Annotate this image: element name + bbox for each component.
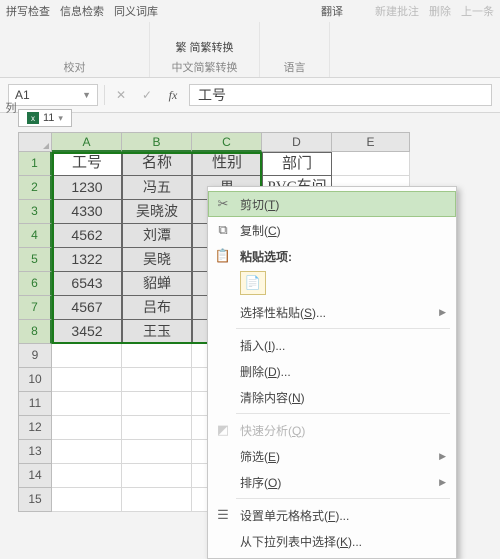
- row-header[interactable]: 1: [18, 152, 52, 176]
- cell[interactable]: 1322: [52, 248, 122, 272]
- cell[interactable]: 吴晓: [122, 248, 192, 272]
- col-header[interactable]: C: [192, 132, 262, 152]
- menu-translate[interactable]: 翻译: [321, 3, 343, 19]
- formula-bar[interactable]: 工号: [189, 84, 492, 106]
- menu-thesaurus[interactable]: 同义词库: [114, 3, 158, 19]
- row-header[interactable]: 4: [18, 224, 52, 248]
- cell[interactable]: 冯五: [122, 176, 192, 200]
- cell[interactable]: 4567: [52, 296, 122, 320]
- chevron-right-icon: ▶: [439, 477, 446, 488]
- clipboard-icon: 📋: [214, 248, 232, 264]
- menu-prev-comment: 上一条: [461, 3, 494, 19]
- sidebar-columns-label: 列: [2, 102, 18, 113]
- chevron-down-icon[interactable]: ▼: [82, 90, 91, 100]
- row-header[interactable]: 10: [18, 368, 52, 392]
- context-menu: ✂剪切(T) ⧉复制(C) 📋粘贴选项: 📄 选择性粘贴(S)...▶ 插入(I…: [207, 186, 457, 559]
- cell[interactable]: [122, 488, 192, 512]
- ribbon-cn-convert[interactable]: 繁 简繁转换: [175, 39, 233, 55]
- cell[interactable]: 刘潭: [122, 224, 192, 248]
- row-header[interactable]: 7: [18, 296, 52, 320]
- ribbon-group-proofing: 校对: [64, 59, 86, 75]
- cell[interactable]: 部门: [262, 152, 332, 176]
- cell[interactable]: [52, 368, 122, 392]
- cell[interactable]: [52, 464, 122, 488]
- ctx-insert[interactable]: 插入(I)...: [208, 332, 456, 358]
- col-header[interactable]: A: [52, 132, 122, 152]
- copy-icon: ⧉: [214, 222, 232, 238]
- row-header[interactable]: 11: [18, 392, 52, 416]
- row-header[interactable]: 2: [18, 176, 52, 200]
- cell[interactable]: 王玉: [122, 320, 192, 344]
- cell[interactable]: 吕布: [122, 296, 192, 320]
- excel-file-icon: x: [27, 112, 39, 124]
- cancel-formula-icon: ✕: [111, 88, 131, 103]
- cell[interactable]: [52, 416, 122, 440]
- cell[interactable]: 1230: [52, 176, 122, 200]
- cell[interactable]: [52, 344, 122, 368]
- col-header[interactable]: E: [332, 132, 410, 152]
- cell[interactable]: [52, 440, 122, 464]
- row-header[interactable]: 5: [18, 248, 52, 272]
- cell[interactable]: 6543: [52, 272, 122, 296]
- cell[interactable]: [122, 440, 192, 464]
- chevron-right-icon: ▶: [439, 307, 446, 318]
- ctx-paste-label: 📋粘贴选项:: [208, 243, 456, 269]
- ctx-delete[interactable]: 删除(D)...: [208, 358, 456, 384]
- ctx-copy[interactable]: ⧉复制(C): [208, 217, 456, 243]
- ctx-format-cells[interactable]: ☰设置单元格格式(F)...: [208, 502, 456, 528]
- chevron-down-icon[interactable]: ▾: [58, 113, 63, 124]
- ctx-pick-from-list[interactable]: 从下拉列表中选择(K)...: [208, 528, 456, 554]
- menu-delete-comment: 删除: [429, 3, 451, 19]
- row-header[interactable]: 12: [18, 416, 52, 440]
- ctx-cut[interactable]: ✂剪切(T): [208, 191, 456, 217]
- ctx-clear[interactable]: 清除内容(N): [208, 384, 456, 410]
- chevron-right-icon: ▶: [439, 451, 446, 462]
- cell[interactable]: 名称: [122, 152, 192, 176]
- row-header[interactable]: 6: [18, 272, 52, 296]
- cell[interactable]: 性别: [192, 152, 262, 176]
- cell[interactable]: [122, 464, 192, 488]
- ctx-sort[interactable]: 排序(O)▶: [208, 469, 456, 495]
- cell[interactable]: 吴晓波: [122, 200, 192, 224]
- cell[interactable]: [122, 392, 192, 416]
- row-header[interactable]: 9: [18, 344, 52, 368]
- row-header[interactable]: 13: [18, 440, 52, 464]
- row-header[interactable]: 14: [18, 464, 52, 488]
- accept-formula-icon: ✓: [137, 88, 157, 103]
- workbook-tab[interactable]: x 11 ▾: [18, 109, 72, 127]
- row-header[interactable]: 3: [18, 200, 52, 224]
- row-header[interactable]: 8: [18, 320, 52, 344]
- fx-icon[interactable]: fx: [163, 88, 183, 103]
- select-all-corner[interactable]: [18, 132, 52, 152]
- paste-option-default[interactable]: 📄: [240, 271, 266, 295]
- cell[interactable]: 4562: [52, 224, 122, 248]
- cell[interactable]: [332, 152, 410, 176]
- scissors-icon: ✂: [214, 196, 232, 212]
- menu-spellcheck[interactable]: 拼写检查: [6, 3, 50, 19]
- menu-research[interactable]: 信息检索: [60, 3, 104, 19]
- format-icon: ☰: [214, 507, 232, 523]
- col-header[interactable]: D: [262, 132, 332, 152]
- name-box[interactable]: A1▼: [8, 84, 98, 106]
- cell[interactable]: [122, 416, 192, 440]
- cell[interactable]: [52, 488, 122, 512]
- cell[interactable]: [122, 368, 192, 392]
- ribbon-group-language: 语言: [284, 59, 306, 75]
- col-header[interactable]: B: [122, 132, 192, 152]
- ctx-quick-analysis: ◩快速分析(Q): [208, 417, 456, 443]
- ctx-paste-special[interactable]: 选择性粘贴(S)...▶: [208, 299, 456, 325]
- menu-new-comment: 新建批注: [375, 3, 419, 19]
- ctx-filter[interactable]: 筛选(E)▶: [208, 443, 456, 469]
- analysis-icon: ◩: [214, 422, 232, 438]
- row-header[interactable]: 15: [18, 488, 52, 512]
- ribbon-group-cn: 中文简繁转换: [172, 59, 238, 75]
- cell[interactable]: 貂蝉: [122, 272, 192, 296]
- cell[interactable]: [122, 344, 192, 368]
- cell[interactable]: [52, 392, 122, 416]
- cell[interactable]: 3452: [52, 320, 122, 344]
- cell[interactable]: 工号: [52, 152, 122, 176]
- cell[interactable]: 4330: [52, 200, 122, 224]
